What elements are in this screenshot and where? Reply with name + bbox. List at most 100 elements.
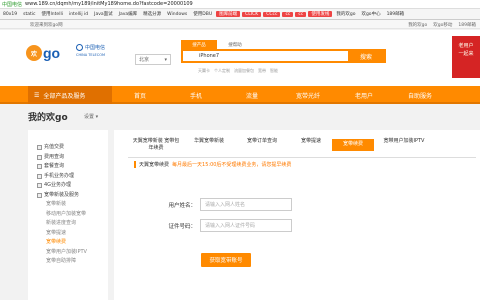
bookmark-item[interactable]: CCcc (263, 11, 281, 17)
search-tab-help[interactable]: 搜帮助 (217, 40, 253, 49)
chevron-down-icon: ▾ (164, 56, 167, 63)
main-nav: ☰ 全部产品及服务 首页 手机 流量 宽带光纤 老用户 自助服务 (0, 86, 480, 104)
renewal-notice: 天翼宽带续费 每月最后一天15:00后不受理续费业务，请您提早续费 (134, 161, 291, 168)
carrier-name: 中国电信 (85, 45, 106, 51)
tab-new-broadband[interactable]: 天翼宽带新装 宽带包年续费 (128, 136, 184, 157)
notice-title: 天翼宽带续费 (139, 162, 170, 168)
city-selector[interactable]: 北京 ▾ (135, 54, 171, 65)
sidebar-item[interactable]: 套餐查询 (28, 161, 108, 171)
bookmark-item[interactable]: 精选分源 (140, 11, 164, 17)
bookmark-item[interactable]: 80x19 (0, 12, 20, 17)
hot-keyword[interactable]: 宽带 (258, 68, 266, 74)
nav-item-home[interactable]: 首页 (112, 86, 168, 104)
menu-icon: ☰ (34, 91, 40, 99)
site-header: 欢 go 中国电信 CHINA TELECOM 北京 ▾ 搜产品 搜帮助 搜索 … (0, 30, 480, 86)
hot-keywords: 天翼卡 个人定制 流量加餐包 宽带 智能 (198, 68, 278, 74)
tab-renewal[interactable]: 宽带续费 (332, 139, 374, 151)
hot-keyword[interactable]: 个人定制 (214, 68, 230, 74)
top-link-mobile[interactable]: 欢go移动 (433, 22, 452, 28)
top-link-mail[interactable]: 189邮箱 (458, 22, 476, 28)
promo-line: 一起来 (458, 51, 474, 57)
bookmark-item[interactable]: 图库前端 (216, 11, 241, 17)
sidebar-item[interactable]: 手机业务办理 (28, 171, 108, 181)
carrier-mark-icon (76, 44, 83, 51)
sidebar: 充值交费 费用查询 套餐查询 手机业务办理 4G业务办理 宽带新装及服务 宽带新装 移动用户加… (28, 130, 108, 300)
bookmark-item[interactable]: 使用发线 (308, 11, 333, 17)
site-logo[interactable]: 欢 go (26, 42, 68, 64)
bookmark-item[interactable]: static (20, 12, 38, 17)
tab-speed-up[interactable]: 宽带提速 (290, 136, 332, 157)
bookmark-item[interactable]: 欢go中心 (358, 11, 383, 17)
notice-text: 每月最后一天15:00后不受理续费业务，请您提早续费 (172, 162, 292, 168)
logo-text: go (43, 45, 61, 61)
search-box: 搜索 (181, 49, 386, 63)
bookmark-item[interactable]: Java编库 (116, 11, 141, 17)
bookmark-item[interactable]: CLICK (242, 11, 262, 17)
url-text[interactable]: www.189.cn/dqmh/my189/initMy189home.do?f… (25, 1, 193, 7)
welcome-text: 欢迎来到欢go网 (30, 23, 63, 28)
hot-keyword[interactable]: 天翼卡 (198, 68, 210, 74)
bookmark-item[interactable]: cc (282, 11, 294, 17)
logo-mark: 欢 (26, 45, 42, 61)
carrier-name-en: CHINA TELECOM (76, 53, 105, 57)
promo-line: 老用户 (458, 43, 474, 49)
tab-huayi-broadband[interactable]: 华翼宽带新装 (184, 136, 234, 157)
city-label: 北京 (139, 57, 150, 63)
nav-item-data[interactable]: 流量 (224, 86, 280, 104)
promo-banner[interactable]: 老用户 一起来 (452, 36, 480, 78)
settings-dropdown[interactable]: 设置 ▾ (84, 113, 98, 120)
bookmark-item[interactable]: intellij id (66, 12, 91, 17)
username-label: 用户姓名： (168, 202, 196, 209)
page: { "browser": { "secure_label": "中国电信", "… (0, 0, 480, 300)
nav-item-broadband[interactable]: 宽带光纤 (280, 86, 336, 104)
bookmark-item[interactable]: Java面试 (91, 11, 116, 17)
id-label: 证件号码： (168, 223, 196, 230)
search-tabs: 搜产品 搜帮助 (181, 40, 253, 49)
bookmark-item[interactable]: 使用DBU (190, 11, 215, 17)
tab-iptv[interactable]: 宽带用户加装IPTV (374, 136, 434, 157)
all-products-menu[interactable]: ☰ 全部产品及服务 (28, 86, 112, 104)
username-field[interactable]: 请输入入网人姓名 (200, 198, 292, 211)
sidebar-subitem[interactable]: 宽带用户加装IPTV (28, 247, 108, 257)
search-input[interactable] (183, 51, 348, 61)
username-row: 用户姓名： 请输入入网人姓名 (148, 198, 292, 211)
bookmarks-bar: 80x19 static 使用Intelli intellij id Java面试 Jav… (0, 9, 480, 20)
bookmark-item[interactable]: Windows (164, 12, 190, 17)
nav-items: 首页 手机 流量 宽带光纤 老用户 自助服务 (112, 86, 448, 104)
carrier-logo: 中国电信 CHINA TELECOM (76, 44, 105, 59)
secure-site-label: 中国电信 (2, 1, 23, 8)
search-tab-products[interactable]: 搜产品 (181, 40, 217, 49)
sidebar-item[interactable]: 4G业务办理 (28, 180, 108, 190)
sidebar-item[interactable]: 充值交费 (28, 142, 108, 152)
hot-keyword[interactable]: 智能 (270, 68, 278, 74)
nav-item-self-service[interactable]: 自助服务 (392, 86, 448, 104)
id-row: 证件号码： 请输入入网人证件号码 (148, 219, 292, 232)
nav-item-old-user[interactable]: 老用户 (336, 86, 392, 104)
tab-order-query[interactable]: 宽带订单查询 (234, 136, 290, 157)
sidebar-subitem[interactable]: 移动用户加装宽带 (28, 209, 108, 219)
id-number-field[interactable]: 请输入入网人证件号码 (200, 219, 292, 232)
hot-keyword[interactable]: 流量加餐包 (234, 68, 254, 74)
get-account-button[interactable]: 获取宽带账号 (201, 253, 251, 267)
bookmark-item[interactable]: 189邮箱 (384, 11, 408, 17)
bookmark-item[interactable]: 使用Intelli (38, 11, 65, 17)
address-bar[interactable]: 中国电信 www.189.cn/dqmh/my189/initMy189home… (0, 0, 480, 9)
top-link-mygo[interactable]: 我的欢go (408, 22, 427, 28)
nav-item-phone[interactable]: 手机 (168, 86, 224, 104)
service-tabs: 天翼宽带新装 宽带包年续费 华翼宽带新装 宽带订单查询 宽带提速 宽带续费 宽带… (128, 136, 476, 158)
search-button[interactable]: 搜索 (348, 51, 384, 61)
sidebar-item[interactable]: 宽带新装及服务 (28, 190, 108, 200)
sidebar-subitem[interactable]: 宽带续费 (28, 237, 108, 247)
page-title: 我的欢go (28, 113, 68, 123)
bookmark-item[interactable]: cc (295, 11, 307, 17)
sidebar-item[interactable]: 费用查询 (28, 152, 108, 162)
top-links: 我的欢go 欢go移动 189邮箱 (408, 22, 476, 28)
all-products-label: 全部产品及服务 (43, 92, 86, 100)
main-panel: 天翼宽带新装 宽带包年续费 华翼宽带新装 宽带订单查询 宽带提速 宽带续费 宽带… (114, 130, 480, 300)
sidebar-subitem[interactable]: 宽带提速 (28, 228, 108, 238)
bookmark-item[interactable]: 我的欢go (333, 11, 358, 17)
sidebar-subitem[interactable]: 新装进度查询 (28, 218, 108, 228)
sidebar-subitem[interactable]: 宽带自助排障 (28, 256, 108, 266)
sidebar-subitem[interactable]: 宽带新装 (28, 199, 108, 209)
